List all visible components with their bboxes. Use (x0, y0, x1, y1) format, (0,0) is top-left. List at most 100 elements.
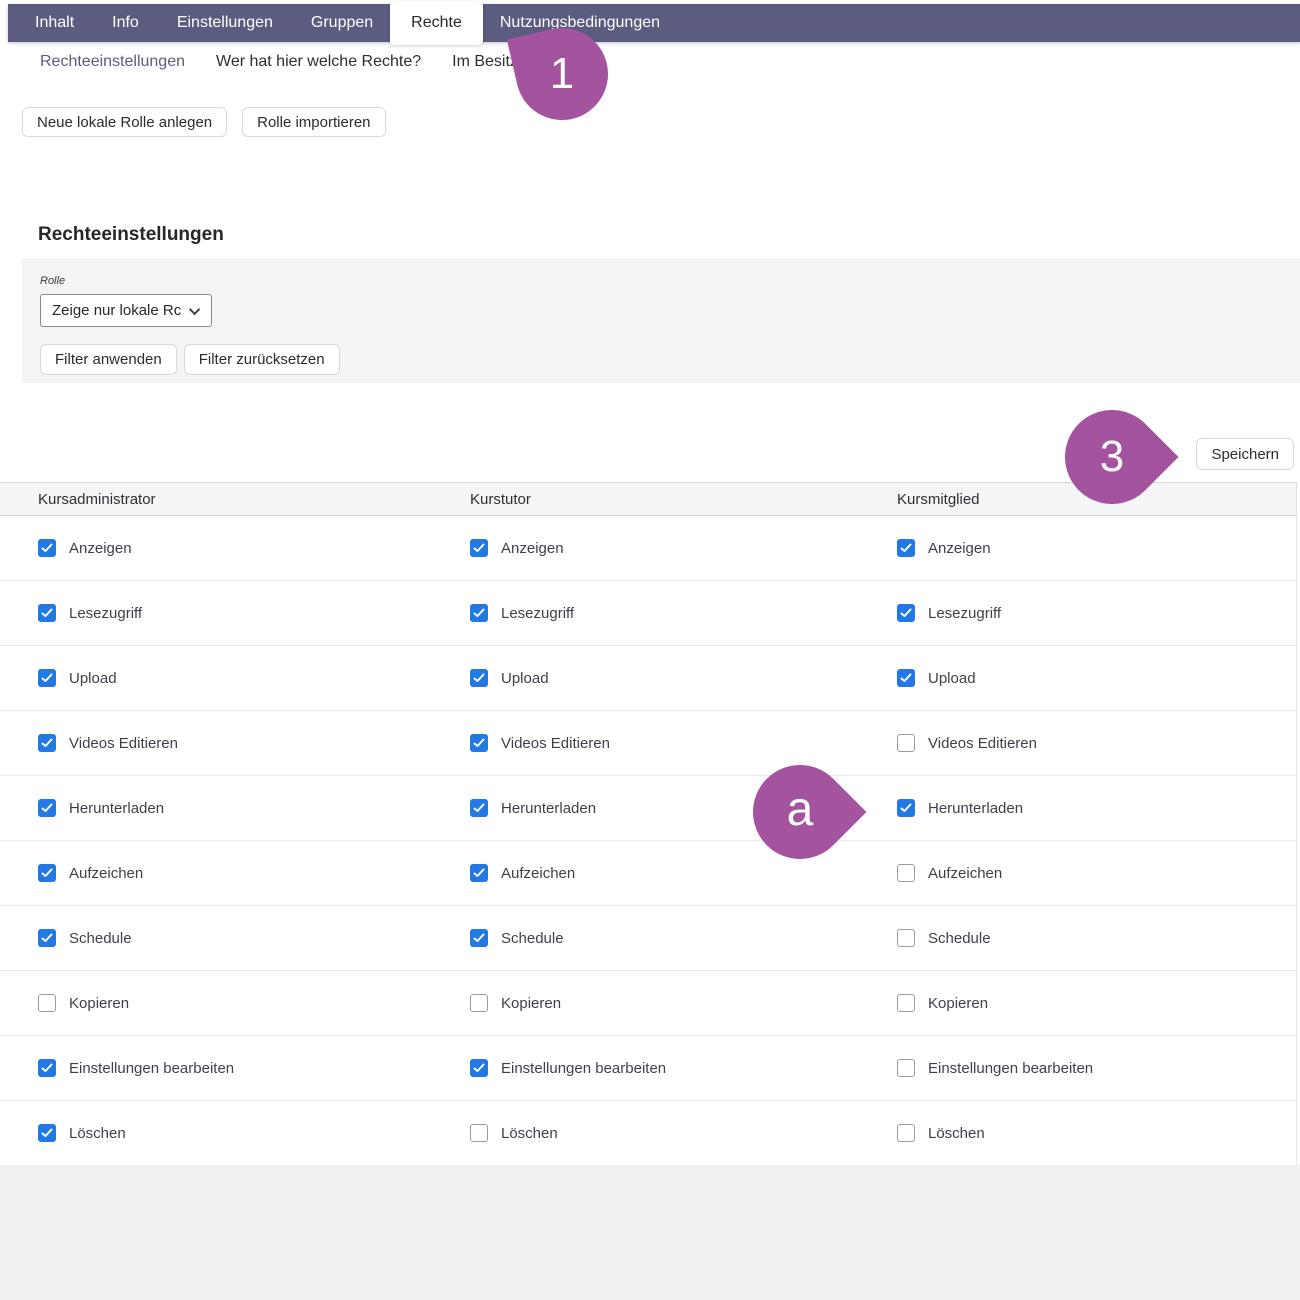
checkbox-unchecked[interactable] (897, 929, 915, 947)
permission-cell: Einstellungen bearbeiten (38, 1059, 470, 1077)
checkmark-icon (41, 868, 53, 878)
checkbox-unchecked[interactable] (897, 864, 915, 882)
top-navbar: Inhalt Info Einstellungen Gruppen Rechte… (8, 4, 1300, 42)
apply-filter-button[interactable]: Filter anwenden (40, 344, 177, 375)
table-row: LesezugriffLesezugriffLesezugriff (0, 581, 1296, 646)
checkbox-unchecked[interactable] (897, 734, 915, 752)
permission-label: Schedule (69, 930, 132, 947)
tab-info[interactable]: Info (112, 14, 139, 32)
permission-label: Löschen (928, 1125, 985, 1142)
checkbox-checked[interactable] (897, 604, 915, 622)
checkbox-checked[interactable] (470, 539, 488, 557)
annotation-label: 1 (516, 28, 608, 120)
table-row: Einstellungen bearbeiten Einstellungen be… (0, 1036, 1296, 1101)
permission-cell: Löschen (897, 1124, 1296, 1142)
checkbox-checked[interactable] (470, 734, 488, 752)
column-header-kursadministrator: Kursadministrator (38, 491, 470, 508)
permission-cell: Schedule (470, 929, 897, 947)
subnav-wer-hat-welche-rechte[interactable]: Wer hat hier welche Rechte? (216, 53, 421, 71)
permission-cell: Aufzeichen (38, 864, 470, 882)
checkbox-checked[interactable] (38, 604, 56, 622)
checkbox-checked[interactable] (470, 669, 488, 687)
checkbox-checked[interactable] (470, 929, 488, 947)
sub-navbar: Rechteeinstellungen Wer hat hier welche … (40, 53, 518, 71)
permission-label: Herunterladen (501, 800, 596, 817)
checkbox-unchecked[interactable] (897, 1059, 915, 1077)
checkbox-checked[interactable] (38, 734, 56, 752)
permission-cell: Kopieren (897, 994, 1296, 1012)
permission-label: Upload (501, 670, 549, 687)
permission-cell: Einstellungen bearbeiten (897, 1059, 1296, 1077)
checkbox-checked[interactable] (38, 799, 56, 817)
table-row: Videos Editieren Videos Editieren Videos E… (0, 711, 1296, 776)
checkbox-checked[interactable] (470, 604, 488, 622)
permission-cell: Upload (470, 669, 897, 687)
permission-label: Schedule (928, 930, 991, 947)
new-local-role-button[interactable]: Neue lokale Rolle anlegen (22, 107, 227, 137)
permission-label: Kopieren (501, 995, 561, 1012)
tab-inhalt[interactable]: Inhalt (35, 14, 74, 32)
permission-label: Aufzeichen (928, 865, 1002, 882)
tab-rechte[interactable]: Rechte (390, 1, 483, 45)
checkbox-unchecked[interactable] (897, 1124, 915, 1142)
annotation-label: 3 (1065, 410, 1159, 504)
permission-label: Videos Editieren (928, 735, 1037, 752)
tab-gruppen[interactable]: Gruppen (311, 14, 373, 32)
chevron-down-icon (189, 303, 200, 314)
checkbox-checked[interactable] (897, 669, 915, 687)
reset-filter-button[interactable]: Filter zurücksetzen (184, 344, 340, 375)
checkbox-checked[interactable] (38, 1059, 56, 1077)
permission-label: Einstellungen bearbeiten (501, 1060, 666, 1077)
checkbox-checked[interactable] (470, 1059, 488, 1077)
save-button[interactable]: Speichern (1196, 438, 1294, 470)
permission-cell: Herunterladen (897, 799, 1296, 817)
permission-label: Herunterladen (69, 800, 164, 817)
checkmark-icon (41, 543, 53, 553)
checkmark-icon (473, 673, 485, 683)
annotation-balloon-1: 1 (516, 28, 608, 120)
tab-einstellungen[interactable]: Einstellungen (177, 14, 273, 32)
permission-cell: Aufzeichen (897, 864, 1296, 882)
checkbox-checked[interactable] (38, 669, 56, 687)
page-title: Rechteeinstellungen (38, 224, 224, 246)
import-role-button[interactable]: Rolle importieren (242, 107, 385, 137)
checkmark-icon (473, 738, 485, 748)
annotation-balloon-3: 3 (1065, 410, 1159, 504)
permission-cell: Anzeigen (38, 539, 470, 557)
checkmark-icon (900, 608, 912, 618)
checkmark-icon (900, 803, 912, 813)
permission-label: Einstellungen bearbeiten (69, 1060, 234, 1077)
permission-label: Anzeigen (69, 540, 132, 557)
permission-label: Aufzeichen (501, 865, 575, 882)
permission-cell: Lesezugriff (38, 604, 470, 622)
subnav-im-besitz[interactable]: Im Besitz (452, 53, 518, 71)
checkbox-checked[interactable] (38, 929, 56, 947)
checkbox-unchecked[interactable] (470, 1124, 488, 1142)
permission-label: Videos Editieren (69, 735, 178, 752)
permission-cell: Anzeigen (470, 539, 897, 557)
permission-cell: Aufzeichen (470, 864, 897, 882)
footer-area (0, 1165, 1300, 1300)
checkbox-checked[interactable] (38, 1124, 56, 1142)
permission-label: Löschen (69, 1125, 126, 1142)
permission-cell: Videos Editieren (470, 734, 897, 752)
checkmark-icon (41, 673, 53, 683)
role-filter-label: Rolle (40, 275, 65, 287)
checkbox-unchecked[interactable] (38, 994, 56, 1012)
permission-label: Lesezugriff (69, 605, 142, 622)
role-filter-select[interactable]: Zeige nur lokale Rc (40, 294, 212, 327)
checkmark-icon (473, 868, 485, 878)
checkbox-checked[interactable] (897, 539, 915, 557)
checkbox-checked[interactable] (470, 864, 488, 882)
checkbox-checked[interactable] (897, 799, 915, 817)
permission-cell: Einstellungen bearbeiten (470, 1059, 897, 1077)
annotation-label: a (753, 765, 847, 859)
checkbox-unchecked[interactable] (897, 994, 915, 1012)
permission-label: Kopieren (928, 995, 988, 1012)
subnav-rechteeinstellungen[interactable]: Rechteeinstellungen (40, 53, 185, 71)
checkbox-checked[interactable] (470, 799, 488, 817)
checkbox-checked[interactable] (38, 864, 56, 882)
checkbox-checked[interactable] (38, 539, 56, 557)
checkbox-unchecked[interactable] (470, 994, 488, 1012)
permission-label: Upload (928, 670, 976, 687)
